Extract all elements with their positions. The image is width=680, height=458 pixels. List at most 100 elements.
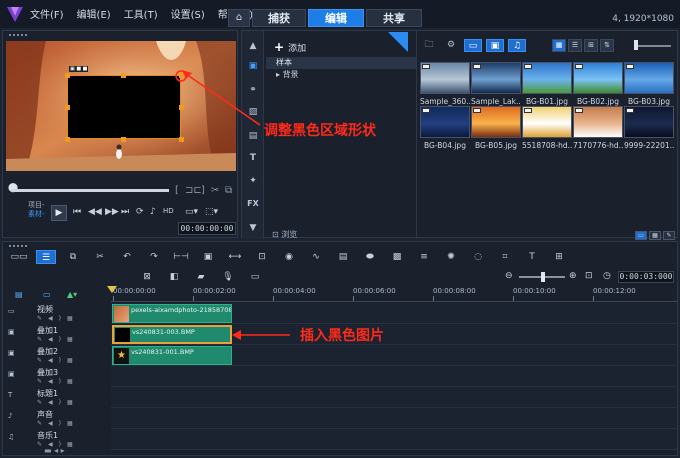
aspect-ratio-icon[interactable]: ▭▾: [185, 207, 198, 217]
zoom-in-icon[interactable]: ⊕: [569, 271, 577, 281]
media-thumbnail[interactable]: BG-B03.jpg: [624, 62, 674, 108]
track-controls-icon[interactable]: ✎◀)▦: [37, 399, 79, 406]
folder-item-samples[interactable]: 样本: [266, 57, 416, 69]
tab-share[interactable]: 共享: [366, 9, 422, 27]
split-icon[interactable]: ⊐⊏: [185, 185, 202, 196]
track-manager-icon[interactable]: ⊞: [549, 250, 569, 264]
media-thumbnail[interactable]: Sample_360...: [420, 62, 470, 108]
media-thumbnail[interactable]: Sample_Lak...: [471, 62, 521, 108]
project-mode-label[interactable]: 项目-: [28, 201, 45, 210]
list-view-icon[interactable]: ☰: [568, 39, 582, 52]
redo-icon[interactable]: ↷: [144, 250, 164, 264]
track-lane[interactable]: [111, 429, 677, 450]
media-thumbnail[interactable]: BG-B04.jpg: [420, 106, 470, 152]
edit-panel-icon[interactable]: ✎: [663, 231, 675, 240]
split-tool-icon[interactable]: ✂: [90, 250, 110, 264]
track-controls-icon[interactable]: ✎◀)▦: [37, 420, 79, 427]
options-panel-icon[interactable]: ▭: [635, 231, 647, 240]
track-header[interactable]: ▣ 叠加3 ✎◀)▦: [5, 366, 110, 388]
menu-file[interactable]: 文件(F): [30, 6, 64, 21]
snapshot-icon[interactable]: ⊡: [252, 250, 272, 264]
track-lane[interactable]: [111, 408, 677, 429]
media-thumbnail[interactable]: 5518708-hd...: [522, 106, 572, 152]
track-lane[interactable]: [111, 387, 677, 408]
cut-clip-icon[interactable]: ✂: [211, 185, 219, 196]
media-thumbnail[interactable]: BG-B02.jpg: [573, 62, 623, 108]
color-grading-icon[interactable]: ✺: [441, 250, 461, 264]
play-icon[interactable]: ▶: [51, 205, 67, 221]
fit-project-icon[interactable]: ⊡: [585, 271, 593, 281]
hd-preview-icon[interactable]: HD: [163, 207, 174, 215]
multi-trim-icon[interactable]: ⊠: [137, 270, 157, 284]
track-lane[interactable]: [111, 366, 677, 387]
track-lane[interactable]: ★ vs240831-001.BMP: [111, 345, 677, 366]
multi-cam-icon[interactable]: ▣: [198, 250, 218, 264]
end-icon[interactable]: ⏭: [121, 207, 129, 217]
media-thumbnail[interactable]: BG-B01.jpg: [522, 62, 572, 108]
track-controls-icon[interactable]: ✎◀)▦: [37, 378, 79, 385]
home-start-icon[interactable]: ⏮: [73, 207, 81, 217]
filter-icon[interactable]: ✦: [245, 174, 261, 188]
details-view-icon[interactable]: ⊞: [584, 39, 598, 52]
volume-icon[interactable]: ♪: [150, 207, 156, 217]
track-lane[interactable]: pexels-aixamdphoto-21858708.jpg: [111, 303, 677, 324]
track-controls-icon[interactable]: ✎◀)▦: [37, 357, 79, 364]
preview-scrubber[interactable]: [11, 189, 169, 192]
undo-icon[interactable]: ↶: [117, 250, 137, 264]
resize-handle[interactable]: [65, 105, 70, 110]
scroll-down-icon[interactable]: ▼: [245, 221, 261, 235]
browse-button[interactable]: ⊡ 浏览: [272, 229, 297, 240]
thumbnail-size-knob[interactable]: [634, 40, 638, 50]
timeline-timecode[interactable]: 0:00:03:000: [618, 271, 674, 283]
library-panel-icon[interactable]: ▦: [649, 231, 661, 240]
track-header[interactable]: ▣ 叠加1 ✎◀)▦: [5, 324, 110, 346]
fit-timeline-icon[interactable]: ⊢⊣: [171, 250, 191, 264]
tab-edit[interactable]: 编辑: [308, 9, 364, 27]
mark-out-icon[interactable]: ]: [201, 185, 205, 196]
sort-icon[interactable]: ⇅: [600, 39, 614, 52]
black-overlay-rect[interactable]: [67, 75, 181, 139]
track-header[interactable]: T 标题1 ✎◀)▦: [5, 387, 110, 409]
track-lane[interactable]: vs240831-003.BMP: [111, 324, 677, 345]
next-frame-icon[interactable]: ▶▶: [105, 207, 119, 217]
crop-icon[interactable]: ⌗: [495, 250, 515, 264]
thumbnail-size-slider[interactable]: [637, 45, 671, 47]
lasso-icon[interactable]: ◌: [468, 250, 488, 264]
storyboard-view-icon[interactable]: ▭▭: [9, 250, 29, 264]
menu-edit[interactable]: 编辑(E): [77, 6, 111, 21]
mic-icon[interactable]: 🎙: [218, 270, 238, 284]
timeline-clip[interactable]: vs240831-003.BMP: [112, 325, 232, 344]
show-audio-icon[interactable]: ♫: [508, 39, 526, 52]
timeline-clip[interactable]: ★ vs240831-001.BMP: [112, 346, 232, 365]
resize-handle[interactable]: [65, 137, 70, 142]
add-folder-button[interactable]: + 添加: [274, 40, 306, 54]
resize-handle[interactable]: [65, 73, 70, 78]
scroll-up-icon[interactable]: ▲: [245, 39, 261, 53]
resize-handle[interactable]: [179, 137, 184, 142]
thumbnail-view-icon[interactable]: ▦: [552, 39, 566, 52]
settings-icon[interactable]: ⚙: [442, 39, 460, 52]
timeline-clip[interactable]: pexels-aixamdphoto-21858708.jpg: [112, 304, 232, 323]
prev-frame-icon[interactable]: ◀◀: [88, 207, 102, 217]
track-list-icon[interactable]: ▤: [15, 290, 23, 299]
menu-tools[interactable]: 工具(T): [124, 6, 158, 21]
copy-clip-icon[interactable]: ⧉: [63, 250, 83, 264]
title-tool-icon[interactable]: T: [522, 250, 542, 264]
show-photo-icon[interactable]: ▣: [486, 39, 504, 52]
mask-creator-icon[interactable]: ▩: [387, 250, 407, 264]
repeat-icon[interactable]: ⟳: [136, 207, 144, 217]
audio-wave-icon[interactable]: ∿: [306, 250, 326, 264]
timeline-view-icon[interactable]: ☰: [36, 250, 56, 264]
ripple-edit-icon[interactable]: ▭: [43, 290, 51, 299]
timeline-ruler[interactable]: 00:00:00:00 00:00:02:00 00:00:04:00 00:00:0…: [111, 286, 677, 302]
copy-icon[interactable]: ⧉: [225, 185, 232, 196]
fx-icon[interactable]: FX: [245, 197, 261, 211]
track-header[interactable]: ▭ 视频 ✎◀)▦: [5, 303, 110, 325]
graphics-icon[interactable]: ▤: [245, 129, 261, 143]
tab-capture[interactable]: 捕获: [252, 9, 306, 27]
zoom-out-icon[interactable]: ⊖: [505, 271, 513, 281]
panel-grip[interactable]: [9, 34, 27, 37]
freeze-frame-icon[interactable]: ◧: [164, 270, 184, 284]
title-icon[interactable]: T: [245, 151, 261, 165]
motion-track-icon[interactable]: ⬬: [360, 250, 380, 264]
